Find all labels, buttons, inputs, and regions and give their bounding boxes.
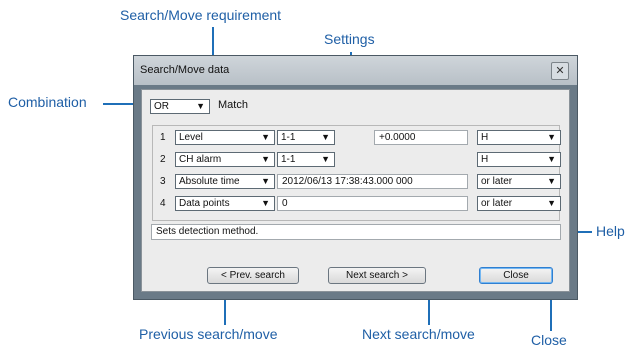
chevron-down-icon: ▼ [547,154,556,164]
chevron-down-icon: ▼ [261,154,270,164]
dialog-title: Search/Move data [140,64,230,76]
row-4-condition-select[interactable]: or later ▼ [477,196,561,211]
close-icon[interactable]: ✕ [551,62,569,80]
row-3-type-value: Absolute time [179,176,240,187]
row-2-channel-select[interactable]: 1-1 ▼ [277,152,335,167]
row-1-type-value: Level [179,132,203,143]
row-3-type-select[interactable]: Absolute time ▼ [175,174,275,189]
dialog-titlebar[interactable]: Search/Move data ✕ [134,56,577,85]
match-label: Match [218,99,248,111]
row-3-condition-value: or later [481,176,513,187]
row-3-number: 3 [160,176,166,187]
chevron-down-icon: ▼ [196,101,205,111]
combination-select[interactable]: OR ▼ [150,99,210,114]
row-4-number: 4 [160,198,166,209]
prev-search-button[interactable]: < Prev. search [207,267,299,284]
search-move-dialog: Search/Move data ✕ OR ▼ Match 1 Level ▼ … [133,55,578,300]
row-1-number: 1 [160,132,166,143]
callout-next-search-move: Next search/move [362,326,475,342]
row-1-channel-value: 1-1 [281,132,296,143]
callout-search-move-requirement: Search/Move requirement [120,7,282,23]
row-1-condition-select[interactable]: H ▼ [477,130,561,145]
callout-combination: Combination [8,94,87,110]
conditions-group: 1 Level ▼ 1-1 ▼ +0.0000 H ▼ 2 CH alarm ▼… [152,125,561,221]
row-4-type-value: Data points [179,198,230,209]
row-2-number: 2 [160,154,166,165]
callout-help: Help [596,223,625,239]
chevron-down-icon: ▼ [321,132,330,142]
chevron-down-icon: ▼ [547,132,556,142]
row-4-type-select[interactable]: Data points ▼ [175,196,275,211]
row-4-value-input[interactable]: 0 [277,196,468,211]
chevron-down-icon: ▼ [261,132,270,142]
chevron-down-icon: ▼ [261,176,270,186]
chevron-down-icon: ▼ [547,198,556,208]
callout-settings: Settings [324,31,375,47]
row-2-condition-value: H [481,154,489,165]
next-search-button[interactable]: Next search > [328,267,426,284]
chevron-down-icon: ▼ [547,176,556,186]
row-1-channel-select[interactable]: 1-1 ▼ [277,130,335,145]
combination-select-value: OR [154,101,169,112]
row-1-value-input[interactable]: +0.0000 [374,130,468,145]
close-button[interactable]: Close [479,267,553,284]
row-3-condition-select[interactable]: or later ▼ [477,174,561,189]
dialog-client-area: OR ▼ Match 1 Level ▼ 1-1 ▼ +0.0000 H ▼ 2 [141,89,570,292]
chevron-down-icon: ▼ [321,154,330,164]
row-2-type-value: CH alarm [179,154,222,165]
row-1-condition-value: H [481,132,489,143]
row-1-type-select[interactable]: Level ▼ [175,130,275,145]
row-2-type-select[interactable]: CH alarm ▼ [175,152,275,167]
callout-previous-search-move: Previous search/move [139,326,278,342]
row-4-condition-value: or later [481,198,513,209]
row-2-channel-value: 1-1 [281,154,296,165]
row-3-value-input[interactable]: 2012/06/13 17:38:43.000 000 [277,174,468,189]
chevron-down-icon: ▼ [261,198,270,208]
help-text: Sets detection method. [151,224,561,240]
row-2-condition-select[interactable]: H ▼ [477,152,561,167]
callout-close: Close [531,332,567,348]
